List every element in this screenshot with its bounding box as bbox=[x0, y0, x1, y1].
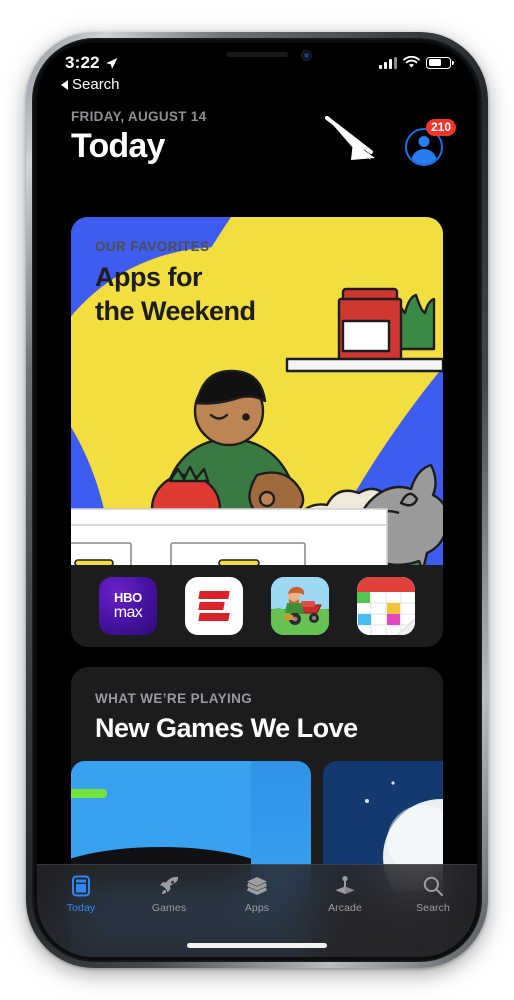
wifi-icon bbox=[403, 56, 420, 68]
location-arrow-icon bbox=[106, 57, 118, 69]
back-triangle-icon bbox=[61, 79, 68, 90]
status-time-group: 3:22 bbox=[65, 53, 118, 73]
app-icon-calendar[interactable] bbox=[357, 577, 415, 635]
card-headline-line2: the Weekend bbox=[95, 295, 256, 326]
search-magnifier-icon bbox=[420, 873, 446, 899]
title-row: Today 210 bbox=[71, 115, 456, 166]
card-eyebrow: OUR FAVORITES bbox=[95, 239, 210, 254]
home-indicator-bar[interactable] bbox=[187, 943, 327, 948]
featured-card-artwork: OUR FAVORITES Apps for the Weekend bbox=[71, 217, 443, 565]
featured-card-apps-for-the-weekend[interactable]: OUR FAVORITES Apps for the Weekend HBO m… bbox=[71, 217, 443, 647]
battery-level-fill bbox=[428, 59, 442, 66]
games-card-eyebrow: WHAT WE’RE PLAYING bbox=[95, 691, 253, 706]
status-indicators bbox=[379, 56, 454, 69]
espn-e-glyph bbox=[198, 591, 230, 621]
tab-games[interactable]: Games bbox=[125, 873, 213, 914]
back-label: Search bbox=[72, 76, 120, 93]
tab-today[interactable]: Today bbox=[37, 873, 125, 914]
card-headline: Apps for the Weekend bbox=[95, 261, 256, 329]
notification-badge: 210 bbox=[425, 118, 456, 136]
app-icon-espn[interactable] bbox=[185, 577, 243, 635]
app-icon-lawn-mower-game[interactable] bbox=[271, 577, 329, 635]
hbo-max-wordmark: HBO max bbox=[113, 590, 143, 621]
calendar-artwork bbox=[357, 577, 415, 635]
app-store-today-screen: OUR FAVORITES Apps for the Weekend HBO m… bbox=[37, 43, 477, 957]
tab-search[interactable]: Search bbox=[389, 873, 477, 914]
today-feed-scroll[interactable]: OUR FAVORITES Apps for the Weekend HBO m… bbox=[37, 217, 477, 957]
app-icon-hbo-max[interactable]: HBO max bbox=[99, 577, 157, 635]
hbo-max-line1: HBO bbox=[114, 590, 142, 605]
rocket-icon bbox=[156, 873, 182, 899]
today-card-icon bbox=[68, 873, 94, 899]
hbo-max-line2: max bbox=[113, 604, 143, 621]
stacked-layers-icon bbox=[244, 873, 270, 899]
device-notch bbox=[173, 43, 341, 70]
front-camera bbox=[301, 50, 312, 61]
featured-app-icon-row: HBO max bbox=[71, 565, 443, 647]
tab-label-arcade: Arcade bbox=[328, 902, 362, 914]
card-headline-line1: Apps for bbox=[95, 262, 203, 292]
avatar-body-shape bbox=[411, 148, 437, 164]
tab-apps[interactable]: Apps bbox=[213, 873, 301, 914]
tab-label-today: Today bbox=[66, 902, 96, 914]
tab-arcade[interactable]: Arcade bbox=[301, 873, 389, 914]
lawn-mower-artwork bbox=[271, 577, 329, 635]
tab-label-apps: Apps bbox=[244, 902, 270, 914]
phone-screen: OUR FAVORITES Apps for the Weekend HBO m… bbox=[37, 43, 477, 957]
date-label: FRIDAY, AUGUST 14 bbox=[71, 109, 207, 124]
status-time: 3:22 bbox=[65, 53, 100, 72]
joystick-icon bbox=[332, 873, 358, 899]
battery-icon bbox=[426, 56, 454, 69]
tab-label-search: Search bbox=[416, 902, 450, 914]
avatar-head-shape bbox=[418, 135, 430, 147]
account-avatar-wrap[interactable]: 210 bbox=[325, 115, 456, 166]
page-title: Today bbox=[71, 127, 165, 165]
signal-bars-icon bbox=[379, 56, 397, 69]
back-to-search-link[interactable]: Search bbox=[61, 76, 120, 93]
navigation-header: FRIDAY, AUGUST 14 Today 210 bbox=[37, 109, 477, 166]
games-card-headline: New Games We Love bbox=[95, 713, 358, 743]
tab-label-games: Games bbox=[151, 902, 187, 914]
earpiece-speaker bbox=[226, 52, 288, 57]
